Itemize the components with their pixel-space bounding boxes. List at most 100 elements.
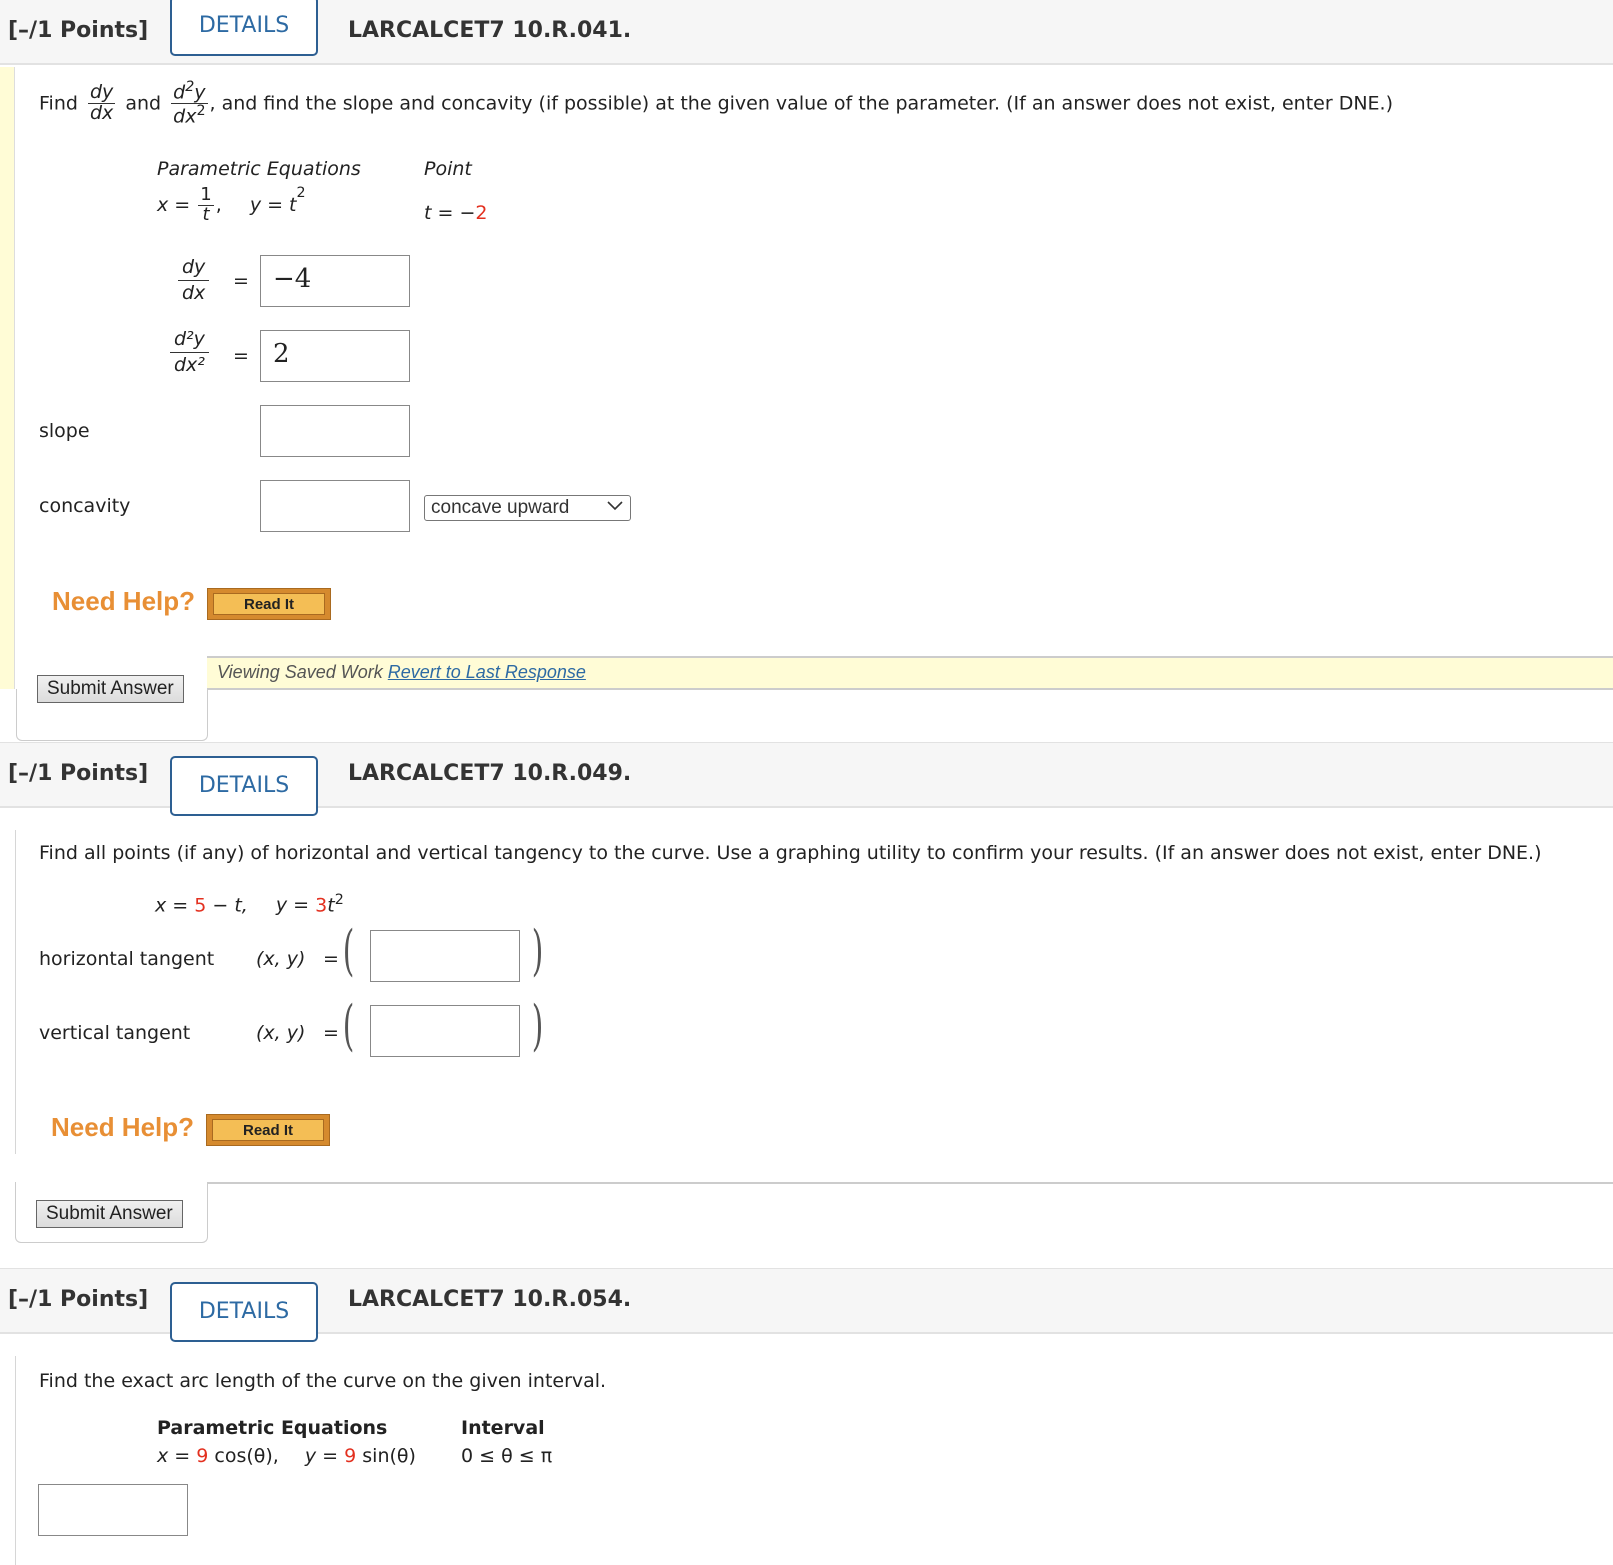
frac-num-y: y bbox=[194, 81, 206, 104]
concavity-select[interactable]: concave upward bbox=[424, 495, 631, 521]
point-lhs: t = − bbox=[424, 202, 476, 224]
slope-label: slope bbox=[39, 420, 90, 442]
d2ydx2-fraction: d2y dx2 bbox=[171, 79, 208, 128]
frac-den: t bbox=[202, 204, 210, 225]
question-header-1: [–/1 Points] DETAILS LARCALCET7 10.R.041… bbox=[0, 0, 1613, 65]
y-eq: y = t bbox=[249, 194, 297, 216]
dydx-label-fraction: dy dx bbox=[178, 257, 210, 304]
question-left-border bbox=[15, 830, 16, 1154]
read-it-label: Read It bbox=[212, 1119, 324, 1141]
frac-den: dx bbox=[173, 105, 197, 128]
question-code: LARCALCET7 10.R.054. bbox=[348, 1287, 632, 1312]
question-left-border bbox=[15, 1356, 16, 1565]
frac-num: dy bbox=[87, 81, 116, 105]
equations-header: Parametric Equations bbox=[157, 158, 361, 180]
equals-sign: = bbox=[323, 1022, 339, 1044]
x-eq-lhs: x = bbox=[157, 194, 191, 216]
equals-sign: = bbox=[323, 948, 339, 970]
question-prompt: Find all points (if any) of horizontal a… bbox=[39, 842, 1542, 864]
points-label: [–/1 Points] bbox=[8, 18, 149, 43]
read-it-label: Read It bbox=[213, 593, 325, 615]
y-eq-exp: 2 bbox=[296, 185, 306, 201]
x-eq-rest: − t, bbox=[206, 894, 248, 917]
details-button[interactable]: DETAILS bbox=[170, 1282, 318, 1342]
right-paren-icon: ) bbox=[531, 919, 544, 982]
vertical-tangent-label: vertical tangent bbox=[39, 1022, 191, 1044]
frac-den: dx bbox=[182, 281, 206, 304]
x-eq-coef: 9 bbox=[196, 1445, 209, 1467]
prompt-rest: , and find the slope and concavity (if p… bbox=[209, 92, 1394, 115]
y-eq-coef: 9 bbox=[344, 1445, 357, 1467]
frac-num-exp: 2 bbox=[185, 79, 195, 95]
interval-header: Interval bbox=[461, 1417, 545, 1439]
xy-label: (x, y) bbox=[256, 948, 306, 970]
question-code: LARCALCET7 10.R.041. bbox=[348, 18, 632, 43]
arc-length-input[interactable] bbox=[38, 1484, 188, 1536]
points-label: [–/1 Points] bbox=[8, 761, 149, 786]
concavity-label: concavity bbox=[39, 495, 131, 517]
read-it-button[interactable]: Read It bbox=[207, 588, 331, 620]
y-eq-lhs: y = bbox=[304, 1445, 345, 1467]
read-it-button[interactable]: Read It bbox=[206, 1114, 330, 1146]
question-code: LARCALCET7 10.R.049. bbox=[348, 761, 632, 786]
right-paren-icon: ) bbox=[531, 994, 544, 1057]
submit-answer-button[interactable]: Submit Answer bbox=[37, 675, 184, 703]
dydx-fraction: dy dx bbox=[87, 81, 116, 125]
details-button[interactable]: DETAILS bbox=[170, 0, 318, 56]
saved-work-indicator bbox=[0, 67, 15, 689]
d2ydx2-label-fraction: d²y dx² bbox=[170, 329, 209, 376]
frac-den: dx² bbox=[174, 353, 205, 376]
prompt-and: and bbox=[125, 92, 162, 115]
saved-work-text: Viewing Saved Work bbox=[217, 662, 383, 682]
horizontal-tangent-label: horizontal tangent bbox=[39, 948, 215, 970]
frac-num: dy bbox=[178, 257, 210, 281]
equals-sign: = bbox=[233, 345, 249, 367]
frac-den-exp: 2 bbox=[196, 103, 206, 120]
parametric-equations: x = 9 cos(θ), y = 9 sin(θ) bbox=[157, 1445, 416, 1467]
x-eq-lhs: x = bbox=[157, 1445, 197, 1467]
question-header-2: [–/1 Points] DETAILS LARCALCET7 10.R.049… bbox=[0, 742, 1613, 816]
chevron-down-icon bbox=[607, 501, 623, 511]
submit-answer-button[interactable]: Submit Answer bbox=[36, 1200, 183, 1228]
point-value: t = −2 bbox=[424, 202, 487, 224]
y-eq-lhs: y = bbox=[275, 894, 316, 917]
points-label: [–/1 Points] bbox=[8, 1287, 149, 1312]
slope-input[interactable] bbox=[260, 405, 410, 457]
need-help-label: Need Help? bbox=[52, 586, 196, 616]
interval-value: 0 ≤ θ ≤ π bbox=[461, 1445, 553, 1467]
frac-den: dx bbox=[89, 102, 114, 125]
d2ydx2-label: d²y dx² bbox=[170, 329, 209, 376]
question-prompt: Find the exact arc length of the curve o… bbox=[39, 1370, 607, 1392]
vertical-tangent-input[interactable] bbox=[370, 1005, 520, 1057]
d2ydx2-input[interactable]: 2 bbox=[260, 330, 410, 382]
concavity-input[interactable] bbox=[260, 480, 410, 532]
y-eq-exp: 2 bbox=[334, 892, 344, 908]
left-paren-icon: ( bbox=[342, 994, 355, 1057]
equals-sign: = bbox=[233, 270, 249, 292]
dydx-label: dy dx bbox=[178, 257, 210, 304]
xy-label: (x, y) bbox=[256, 1022, 306, 1044]
dydx-input[interactable]: −4 bbox=[260, 255, 410, 307]
revert-link[interactable]: Revert to Last Response bbox=[388, 662, 586, 682]
x-eq-lhs: x = bbox=[155, 894, 195, 917]
left-paren-icon: ( bbox=[342, 919, 355, 982]
parametric-equations: x = 1 t , y = t2 bbox=[157, 184, 306, 225]
question-prompt: Find dy dx and d2y dx2 , and find the sl… bbox=[39, 80, 1393, 128]
equations-header: Parametric Equations bbox=[157, 1417, 388, 1439]
x-eq-rest: cos(θ), bbox=[208, 1445, 279, 1467]
frac-num: d²y bbox=[170, 329, 209, 353]
horizontal-tangent-input[interactable] bbox=[370, 930, 520, 982]
need-help-label: Need Help? bbox=[51, 1112, 195, 1142]
saved-work-bar: Viewing Saved Work Revert to Last Respon… bbox=[207, 656, 1613, 690]
details-button[interactable]: DETAILS bbox=[170, 756, 318, 816]
parametric-equations: x = 5 − t, y = 3t2 bbox=[155, 892, 344, 916]
x-eq-const: 5 bbox=[194, 894, 207, 917]
frac-num-d: d bbox=[173, 81, 186, 104]
y-eq-coef: 3 bbox=[315, 894, 328, 917]
concavity-select-value: concave upward bbox=[431, 497, 570, 518]
point-red-value: 2 bbox=[475, 202, 488, 224]
point-header: Point bbox=[424, 158, 472, 180]
question-header-3: [–/1 Points] DETAILS LARCALCET7 10.R.054… bbox=[0, 1268, 1613, 1342]
status-bar bbox=[207, 1182, 1613, 1184]
y-eq-rest: sin(θ) bbox=[356, 1445, 416, 1467]
